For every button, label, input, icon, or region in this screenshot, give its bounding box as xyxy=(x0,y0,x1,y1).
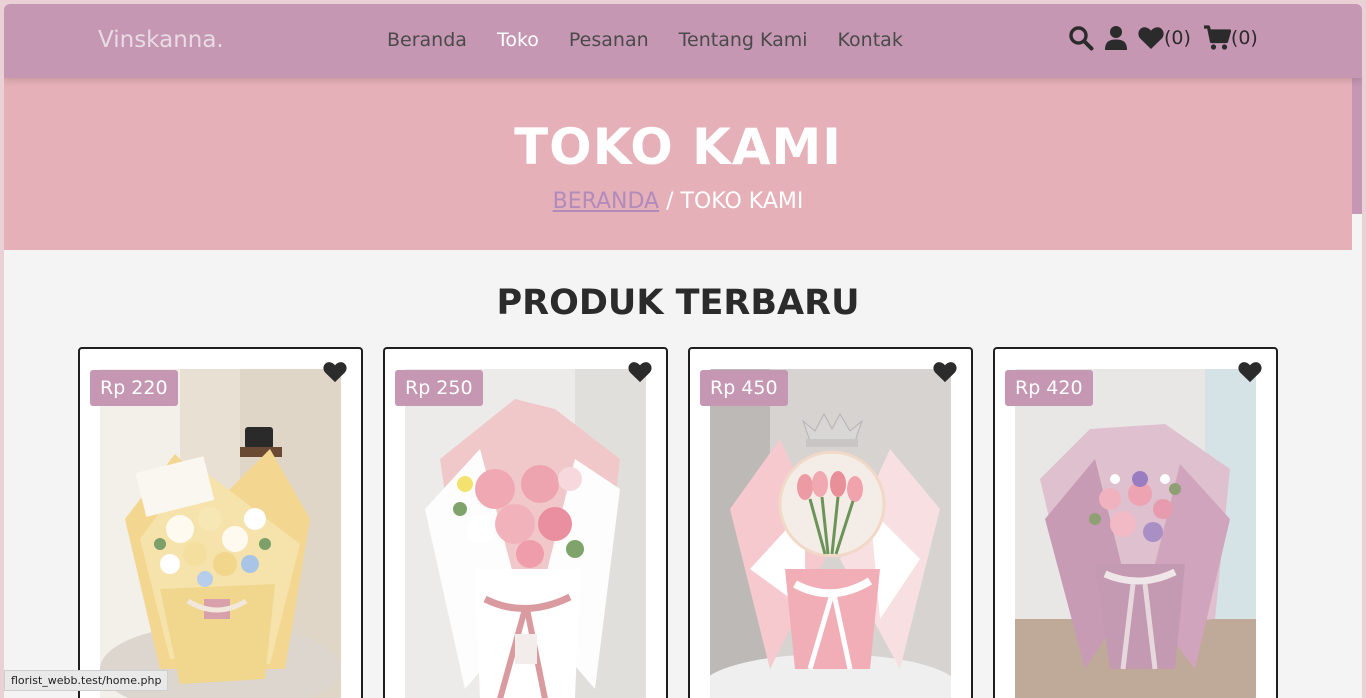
search-icon[interactable] xyxy=(1068,25,1094,51)
heart-icon xyxy=(1138,27,1164,49)
wishlist-button[interactable]: (0) xyxy=(1138,26,1191,50)
heart-icon[interactable] xyxy=(1238,361,1262,387)
product-card[interactable]: Rp 450 xyxy=(688,347,973,698)
product-price: Rp 420 xyxy=(1005,370,1093,406)
breadcrumb: BERANDA / TOKO KAMI xyxy=(4,189,1352,214)
heart-icon[interactable] xyxy=(323,361,347,387)
nav-item-beranda[interactable]: Beranda xyxy=(387,29,467,51)
nav-item-tentang-kami[interactable]: Tentang Kami xyxy=(679,29,808,51)
main-nav: Beranda Toko Pesanan Tentang Kami Kontak xyxy=(387,29,933,51)
product-card[interactable]: Rp 420 xyxy=(993,347,1278,698)
status-bar-url: florist_webb.test/home.php xyxy=(4,670,169,691)
wishlist-count: (0) xyxy=(1164,27,1191,49)
nav-item-kontak[interactable]: Kontak xyxy=(838,29,903,51)
product-image-tulip-balloon-bouquet[interactable] xyxy=(710,369,951,698)
user-icon[interactable] xyxy=(1104,25,1128,51)
product-card[interactable]: Rp 220 xyxy=(78,347,363,698)
hero-edge-strip xyxy=(1352,78,1362,214)
breadcrumb-separator: / xyxy=(659,189,681,214)
product-card[interactable]: Rp 250 xyxy=(383,347,668,698)
product-image-pink-bouquet[interactable] xyxy=(405,369,646,698)
page-title: TOKO KAMI xyxy=(514,118,842,176)
product-price: Rp 450 xyxy=(700,370,788,406)
cart-button[interactable]: (0) xyxy=(1203,25,1258,51)
product-image-yellow-bouquet[interactable] xyxy=(100,369,341,698)
page-hero: TOKO KAMI BERANDA / TOKO KAMI xyxy=(4,78,1352,250)
cart-icon xyxy=(1203,25,1231,50)
product-price: Rp 250 xyxy=(395,370,483,406)
cart-count: (0) xyxy=(1230,27,1258,49)
brand-logo[interactable]: Vinskanna. xyxy=(98,27,224,53)
heart-icon[interactable] xyxy=(933,361,957,387)
product-price: Rp 220 xyxy=(90,370,178,406)
nav-item-toko[interactable]: Toko xyxy=(497,29,539,51)
heart-icon[interactable] xyxy=(628,361,652,387)
site-header: Vinskanna. Beranda Toko Pesanan Tentang … xyxy=(4,4,1362,78)
page: Vinskanna. Beranda Toko Pesanan Tentang … xyxy=(4,4,1362,698)
product-image-lilac-bouquet[interactable] xyxy=(1015,369,1256,698)
breadcrumb-home-link[interactable]: BERANDA xyxy=(553,189,660,214)
section-title: PRODUK TERBARU xyxy=(496,283,860,323)
header-icons: (0) (0) xyxy=(1068,25,1268,51)
nav-item-pesanan[interactable]: Pesanan xyxy=(569,29,649,51)
breadcrumb-current: TOKO KAMI xyxy=(680,189,804,214)
